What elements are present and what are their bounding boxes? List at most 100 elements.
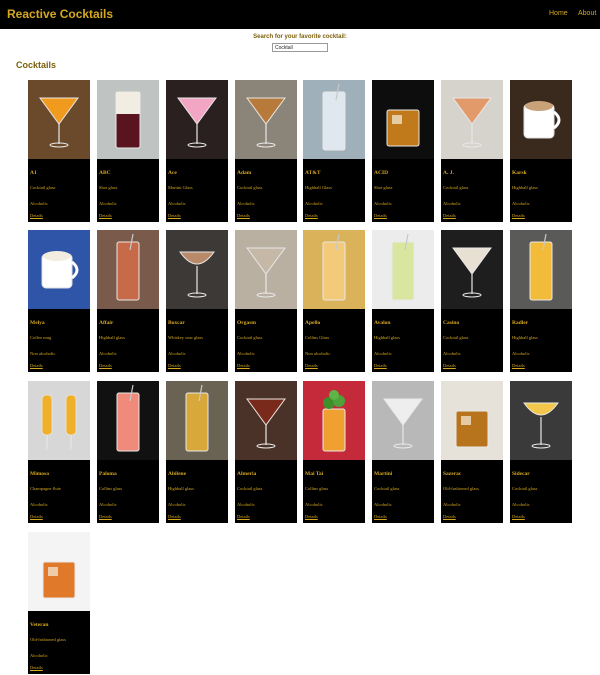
cocktail-thumbnail[interactable] bbox=[97, 80, 159, 159]
details-link[interactable]: Details bbox=[237, 514, 250, 519]
cocktail-card[interactable]: AT&T Highball Glass Alcoholic Details bbox=[303, 80, 365, 222]
cocktail-alcoholic: Alcoholic bbox=[305, 502, 323, 507]
collins-glass-icon bbox=[97, 381, 159, 460]
cocktail-thumbnail[interactable] bbox=[166, 381, 228, 460]
details-link[interactable]: Details bbox=[30, 363, 43, 368]
cocktail-alcoholic: Alcoholic bbox=[99, 502, 117, 507]
cocktail-card[interactable]: Melya Coffee mug Non alcoholic Details bbox=[28, 230, 90, 372]
section-title: Cocktails bbox=[16, 60, 57, 70]
cocktail-thumbnail[interactable] bbox=[303, 381, 365, 460]
details-link[interactable]: Details bbox=[374, 213, 387, 218]
cocktail-card[interactable]: Mimosa Champagne flute Alcoholic Details bbox=[28, 381, 90, 523]
details-link[interactable]: Details bbox=[30, 514, 43, 519]
cocktail-thumbnail[interactable] bbox=[166, 80, 228, 159]
cocktail-card[interactable]: ACID Shot glass Alcoholic Details bbox=[372, 80, 434, 222]
cocktail-card[interactable]: Ace Martini Glass Alcoholic Details bbox=[166, 80, 228, 222]
details-link[interactable]: Details bbox=[443, 514, 456, 519]
cocktail-alcoholic: Non alcoholic bbox=[305, 351, 331, 356]
details-link[interactable]: Details bbox=[168, 363, 181, 368]
cocktail-card[interactable]: Apello Collins Glass Non alcoholic Details bbox=[303, 230, 365, 372]
highball-glass-icon bbox=[372, 230, 434, 309]
cocktail-glass: Highball glass bbox=[374, 335, 400, 340]
cocktail-thumbnail[interactable] bbox=[441, 230, 503, 309]
search-input[interactable] bbox=[272, 43, 328, 52]
details-link[interactable]: Details bbox=[305, 363, 318, 368]
cocktail-card[interactable]: ABC Shot glass Alcoholic Details bbox=[97, 80, 159, 222]
cocktail-name: Melya bbox=[30, 320, 45, 326]
cocktail-thumbnail[interactable] bbox=[235, 80, 297, 159]
old-fashioned-glass-icon bbox=[372, 80, 434, 159]
cocktail-thumbnail[interactable] bbox=[97, 381, 159, 460]
cocktail-thumbnail[interactable] bbox=[28, 230, 90, 309]
details-link[interactable]: Details bbox=[99, 213, 112, 218]
cocktail-thumbnail[interactable] bbox=[510, 381, 572, 460]
cocktail-glass: Cocktail glass bbox=[30, 185, 56, 190]
details-link[interactable]: Details bbox=[512, 363, 525, 368]
cocktail-card[interactable]: Casino Cocktail glass Alcoholic Details bbox=[441, 230, 503, 372]
champagne-flute-icon bbox=[28, 381, 90, 460]
cocktail-card[interactable]: Paloma Collins glass Alcoholic Details bbox=[97, 381, 159, 523]
details-link[interactable]: Details bbox=[237, 213, 250, 218]
cocktail-thumbnail[interactable] bbox=[28, 532, 90, 611]
cocktail-thumbnail[interactable] bbox=[28, 80, 90, 159]
cocktail-card[interactable]: Radler Highball glass Alcoholic Details bbox=[510, 230, 572, 372]
details-link[interactable]: Details bbox=[374, 363, 387, 368]
details-link[interactable]: Details bbox=[30, 213, 43, 218]
martini-glass-icon bbox=[166, 80, 228, 159]
cocktail-card[interactable]: Orgasm Cocktail glass Alcoholic Details bbox=[235, 230, 297, 372]
cocktail-card[interactable]: Martini Cocktail glass Alcoholic Details bbox=[372, 381, 434, 523]
details-link[interactable]: Details bbox=[305, 213, 318, 218]
details-link[interactable]: Details bbox=[99, 514, 112, 519]
cocktail-thumbnail[interactable] bbox=[372, 381, 434, 460]
cocktail-card[interactable]: Adam Cocktail glass Alcoholic Details bbox=[235, 80, 297, 222]
cocktail-glass: Highball glass bbox=[512, 335, 538, 340]
cocktail-card[interactable]: A1 Cocktail glass Alcoholic Details bbox=[28, 80, 90, 222]
old-fashioned-glass-icon bbox=[441, 381, 503, 460]
cocktail-card[interactable]: Veteran Old-fashioned glass Alcoholic Detai… bbox=[28, 532, 90, 674]
cocktail-thumbnail[interactable] bbox=[303, 230, 365, 309]
cocktail-name: Mai Tai bbox=[305, 471, 324, 477]
cocktail-card[interactable]: Boxcar Whiskey sour glass Alcoholic Details bbox=[166, 230, 228, 372]
cocktail-thumbnail[interactable] bbox=[235, 381, 297, 460]
highball-glass-icon bbox=[97, 230, 159, 309]
cocktail-card[interactable]: Avalon Highball glass Alcoholic Details bbox=[372, 230, 434, 372]
details-link[interactable]: Details bbox=[512, 213, 525, 218]
cocktail-thumbnail[interactable] bbox=[28, 381, 90, 460]
cocktail-thumbnail[interactable] bbox=[441, 381, 503, 460]
cocktail-thumbnail[interactable] bbox=[372, 80, 434, 159]
details-link[interactable]: Details bbox=[305, 514, 318, 519]
details-link[interactable]: Details bbox=[168, 213, 181, 218]
details-link[interactable]: Details bbox=[30, 665, 43, 670]
cocktail-thumbnail[interactable] bbox=[372, 230, 434, 309]
details-link[interactable]: Details bbox=[443, 213, 456, 218]
cocktail-thumbnail[interactable] bbox=[510, 230, 572, 309]
cocktail-card[interactable]: A. J. Cocktail glass Alcoholic Details bbox=[441, 80, 503, 222]
cocktail-name: Martini bbox=[374, 471, 393, 477]
cocktail-card[interactable]: Abilene Highball glass Alcoholic Details bbox=[166, 381, 228, 523]
cocktail-card[interactable]: Affair Highball glass Alcoholic Details bbox=[97, 230, 159, 372]
cocktail-thumbnail[interactable] bbox=[303, 80, 365, 159]
nav-home-link[interactable]: Home bbox=[549, 10, 568, 17]
cocktail-card[interactable]: Sidecar Cocktail glass Alcoholic Details bbox=[510, 381, 572, 523]
cocktail-card[interactable]: Sazerac Old-fashioned glass Alcoholic Detai… bbox=[441, 381, 503, 523]
cocktail-thumbnail[interactable] bbox=[441, 80, 503, 159]
details-link[interactable]: Details bbox=[237, 363, 250, 368]
cocktail-thumbnail[interactable] bbox=[235, 230, 297, 309]
highball-glass-icon bbox=[510, 230, 572, 309]
cocktail-alcoholic: Alcoholic bbox=[168, 502, 186, 507]
brand-title[interactable]: Reactive Cocktails bbox=[7, 7, 113, 21]
details-link[interactable]: Details bbox=[168, 514, 181, 519]
cocktail-card[interactable]: Almeria Cocktail glass Alcoholic Details bbox=[235, 381, 297, 523]
details-link[interactable]: Details bbox=[512, 514, 525, 519]
coupe-glass-icon bbox=[510, 381, 572, 460]
details-link[interactable]: Details bbox=[374, 514, 387, 519]
cocktail-card[interactable]: Karsk Highball glass Alcoholic Details bbox=[510, 80, 572, 222]
old-fashioned-glass-icon bbox=[28, 532, 90, 611]
cocktail-thumbnail[interactable] bbox=[510, 80, 572, 159]
cocktail-thumbnail[interactable] bbox=[166, 230, 228, 309]
cocktail-thumbnail[interactable] bbox=[97, 230, 159, 309]
details-link[interactable]: Details bbox=[99, 363, 112, 368]
nav-about-link[interactable]: About bbox=[578, 10, 596, 17]
cocktail-card[interactable]: Mai Tai Collins glass Alcoholic Details bbox=[303, 381, 365, 523]
details-link[interactable]: Details bbox=[443, 363, 456, 368]
